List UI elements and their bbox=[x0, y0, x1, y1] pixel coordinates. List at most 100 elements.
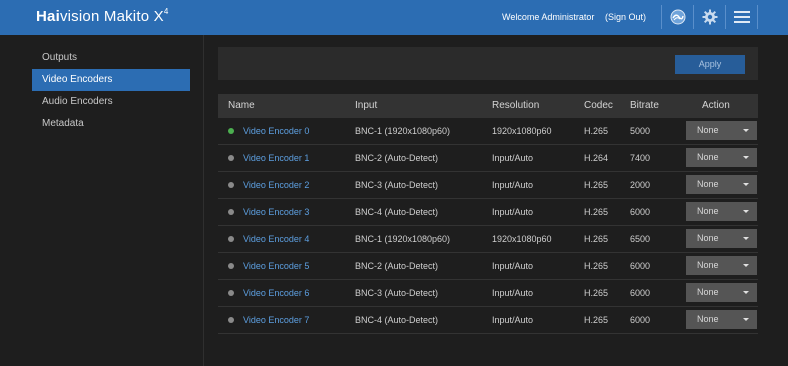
encoder-input: BNC-2 (Auto-Detect) bbox=[355, 153, 439, 163]
toolbar-divider bbox=[661, 5, 662, 29]
encoder-resolution: Input/Auto bbox=[492, 315, 534, 325]
encoder-bitrate: 6500 bbox=[630, 234, 651, 244]
status-dot bbox=[228, 128, 234, 134]
sign-out-link[interactable]: (Sign Out) bbox=[605, 12, 646, 22]
table-row: Video Encoder 0 BNC-1 (1920x1080p60) 192… bbox=[218, 118, 758, 145]
encoder-codec: H.265 bbox=[584, 207, 609, 217]
encoder-name-link[interactable]: Video Encoder 0 bbox=[243, 118, 309, 144]
caret-down-icon bbox=[743, 156, 749, 159]
encoder-bitrate: 2000 bbox=[630, 180, 651, 190]
action-value: None bbox=[697, 179, 719, 189]
action-dropdown[interactable]: None bbox=[686, 121, 757, 140]
encoder-name-link[interactable]: Video Encoder 6 bbox=[243, 280, 309, 306]
logo-bold: Hai bbox=[36, 8, 60, 25]
action-dropdown[interactable]: None bbox=[686, 229, 757, 248]
encoder-name-link[interactable]: Video Encoder 2 bbox=[243, 172, 309, 198]
network-icon[interactable] bbox=[667, 7, 689, 27]
table-row: Video Encoder 2 BNC-3 (Auto-Detect) Inpu… bbox=[218, 172, 758, 199]
status-dot bbox=[228, 155, 234, 161]
column-header-bitrate[interactable]: Bitrate bbox=[630, 94, 659, 118]
column-header-resolution[interactable]: Resolution bbox=[492, 94, 539, 118]
encoder-resolution: Input/Auto bbox=[492, 261, 534, 271]
encoder-name-link[interactable]: Video Encoder 3 bbox=[243, 199, 309, 225]
gear-icon[interactable] bbox=[699, 7, 721, 27]
caret-down-icon bbox=[743, 291, 749, 294]
encoder-input: BNC-4 (Auto-Detect) bbox=[355, 207, 439, 217]
table-row: Video Encoder 3 BNC-4 (Auto-Detect) Inpu… bbox=[218, 199, 758, 226]
encoder-input: BNC-2 (Auto-Detect) bbox=[355, 261, 439, 271]
encoder-resolution: Input/Auto bbox=[492, 153, 534, 163]
encoder-name-link[interactable]: Video Encoder 4 bbox=[243, 226, 309, 252]
encoder-name-link[interactable]: Video Encoder 7 bbox=[243, 307, 309, 333]
action-value: None bbox=[697, 152, 719, 162]
encoder-bitrate: 7400 bbox=[630, 153, 651, 163]
encoder-codec: H.265 bbox=[584, 315, 609, 325]
action-value: None bbox=[697, 125, 719, 135]
caret-down-icon bbox=[743, 237, 749, 240]
encoder-resolution: 1920x1080p60 bbox=[492, 234, 552, 244]
action-dropdown[interactable]: None bbox=[686, 283, 757, 302]
caret-down-icon bbox=[743, 129, 749, 132]
column-header-name[interactable]: Name bbox=[228, 94, 255, 118]
sidebar-item-outputs[interactable]: Outputs bbox=[32, 47, 190, 69]
action-dropdown[interactable]: None bbox=[686, 148, 757, 167]
column-header-input[interactable]: Input bbox=[355, 94, 377, 118]
status-dot bbox=[228, 182, 234, 188]
sidebar-item-metadata[interactable]: Metadata bbox=[32, 113, 190, 135]
encoder-bitrate: 6000 bbox=[630, 288, 651, 298]
status-dot bbox=[228, 290, 234, 296]
encoder-codec: H.265 bbox=[584, 180, 609, 190]
menu-icon[interactable] bbox=[731, 7, 753, 27]
encoder-name-link[interactable]: Video Encoder 5 bbox=[243, 253, 309, 279]
table-row: Video Encoder 6 BNC-3 (Auto-Detect) Inpu… bbox=[218, 280, 758, 307]
caret-down-icon bbox=[743, 210, 749, 213]
action-value: None bbox=[697, 233, 719, 243]
sidebar-item-audio-encoders[interactable]: Audio Encoders bbox=[32, 91, 190, 113]
table-row: Video Encoder 5 BNC-2 (Auto-Detect) Inpu… bbox=[218, 253, 758, 280]
logo-sup: 4 bbox=[163, 7, 169, 16]
action-dropdown[interactable]: None bbox=[686, 310, 757, 329]
encoder-resolution: Input/Auto bbox=[492, 180, 534, 190]
caret-down-icon bbox=[743, 183, 749, 186]
table-row: Video Encoder 1 BNC-2 (Auto-Detect) Inpu… bbox=[218, 145, 758, 172]
logo-text: vision Makito X bbox=[59, 8, 164, 25]
action-value: None bbox=[697, 287, 719, 297]
encoder-codec: H.265 bbox=[584, 234, 609, 244]
encoder-name-link[interactable]: Video Encoder 1 bbox=[243, 145, 309, 171]
sidebar-item-video-encoders[interactable]: Video Encoders bbox=[32, 69, 190, 91]
toolbar-divider bbox=[757, 5, 758, 29]
encoder-input: BNC-1 (1920x1080p60) bbox=[355, 234, 451, 244]
table-row: Video Encoder 7 BNC-4 (Auto-Detect) Inpu… bbox=[218, 307, 758, 334]
action-value: None bbox=[697, 314, 719, 324]
encoder-codec: H.265 bbox=[584, 261, 609, 271]
encoder-codec: H.264 bbox=[584, 153, 609, 163]
toolbar-divider bbox=[693, 5, 694, 29]
action-dropdown[interactable]: None bbox=[686, 175, 757, 194]
status-dot bbox=[228, 263, 234, 269]
encoder-bitrate: 6000 bbox=[630, 315, 651, 325]
encoder-resolution: Input/Auto bbox=[492, 207, 534, 217]
encoder-input: BNC-1 (1920x1080p60) bbox=[355, 126, 451, 136]
app-logo: Haivision Makito X4 bbox=[36, 7, 169, 25]
table-row: Video Encoder 4 BNC-1 (1920x1080p60) 192… bbox=[218, 226, 758, 253]
action-dropdown[interactable]: None bbox=[686, 202, 757, 221]
top-bar: Haivision Makito X4 Welcome Administrato… bbox=[0, 0, 788, 35]
encoder-resolution: Input/Auto bbox=[492, 288, 534, 298]
encoder-codec: H.265 bbox=[584, 126, 609, 136]
action-dropdown[interactable]: None bbox=[686, 256, 757, 275]
caret-down-icon bbox=[743, 264, 749, 267]
encoder-bitrate: 6000 bbox=[630, 207, 651, 217]
encoder-codec: H.265 bbox=[584, 288, 609, 298]
toolbar-divider bbox=[725, 5, 726, 29]
encoder-bitrate: 6000 bbox=[630, 261, 651, 271]
encoder-resolution: 1920x1080p60 bbox=[492, 126, 552, 136]
column-header-action: Action bbox=[702, 100, 730, 111]
action-value: None bbox=[697, 206, 719, 216]
action-value: None bbox=[697, 260, 719, 270]
apply-button[interactable]: Apply bbox=[675, 55, 745, 74]
encoder-input: BNC-3 (Auto-Detect) bbox=[355, 288, 439, 298]
status-dot bbox=[228, 317, 234, 323]
encoder-bitrate: 5000 bbox=[630, 126, 651, 136]
column-header-codec[interactable]: Codec bbox=[584, 94, 613, 118]
welcome-text: Welcome Administrator bbox=[502, 12, 595, 22]
